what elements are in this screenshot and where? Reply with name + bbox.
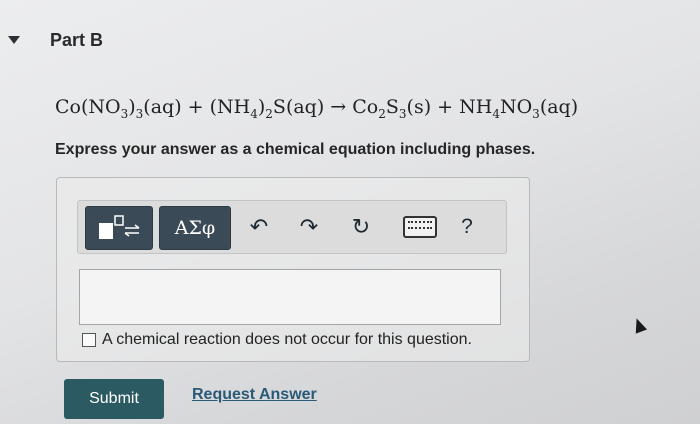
- eq-text: ): [128, 96, 136, 118]
- instruction-text: Express your answer as a chemical equati…: [55, 141, 536, 158]
- mouse-pointer-icon: [630, 316, 648, 334]
- eq-text: (s) + NH: [406, 96, 493, 118]
- submit-button[interactable]: Submit: [64, 379, 164, 419]
- part-header[interactable]: Part B: [8, 24, 103, 56]
- eq-sub: 4: [492, 106, 500, 121]
- help-button[interactable]: ?: [450, 206, 484, 248]
- answer-panel: ΑΣφ ↶ ↷ ↻ ? A chemical reaction does not…: [56, 177, 530, 362]
- symbols-button[interactable]: ΑΣφ: [159, 206, 231, 250]
- eq-sub: 3: [532, 106, 540, 121]
- reset-icon[interactable]: ↻: [344, 206, 378, 248]
- eq-text: S: [385, 96, 399, 118]
- keyboard-button[interactable]: [398, 206, 442, 248]
- template-icon: [99, 215, 140, 239]
- templates-button[interactable]: [85, 206, 153, 250]
- part-title: Part B: [50, 29, 104, 50]
- keyboard-icon: [403, 216, 437, 238]
- math-toolbar: ΑΣφ ↶ ↷ ↻ ?: [77, 200, 507, 254]
- no-reaction-checkbox[interactable]: [82, 333, 96, 347]
- undo-icon[interactable]: ↶: [242, 206, 276, 248]
- eq-sub: 3: [398, 106, 407, 121]
- no-reaction-label: A chemical reaction does not occur for t…: [102, 331, 472, 348]
- redo-icon[interactable]: ↷: [292, 206, 326, 248]
- chemical-equation: Co(NO3)3(aq) + (NH4)2S(aq) → Co2S3(s) + …: [55, 96, 578, 121]
- eq-sub: 2: [378, 106, 386, 121]
- eq-text: (aq) + (NH: [143, 96, 251, 118]
- eq-text: S(aq) → Co: [272, 96, 379, 118]
- eq-text: Co(NO: [55, 96, 121, 118]
- eq-sub: 4: [250, 106, 258, 121]
- request-answer-link[interactable]: Request Answer: [192, 386, 317, 404]
- answer-input[interactable]: [79, 269, 501, 325]
- no-reaction-option[interactable]: A chemical reaction does not occur for t…: [82, 331, 472, 349]
- eq-text: NO: [499, 96, 533, 118]
- eq-text: (aq): [539, 96, 579, 118]
- collapse-caret-icon[interactable]: [8, 36, 20, 44]
- eq-sub: 2: [265, 106, 273, 121]
